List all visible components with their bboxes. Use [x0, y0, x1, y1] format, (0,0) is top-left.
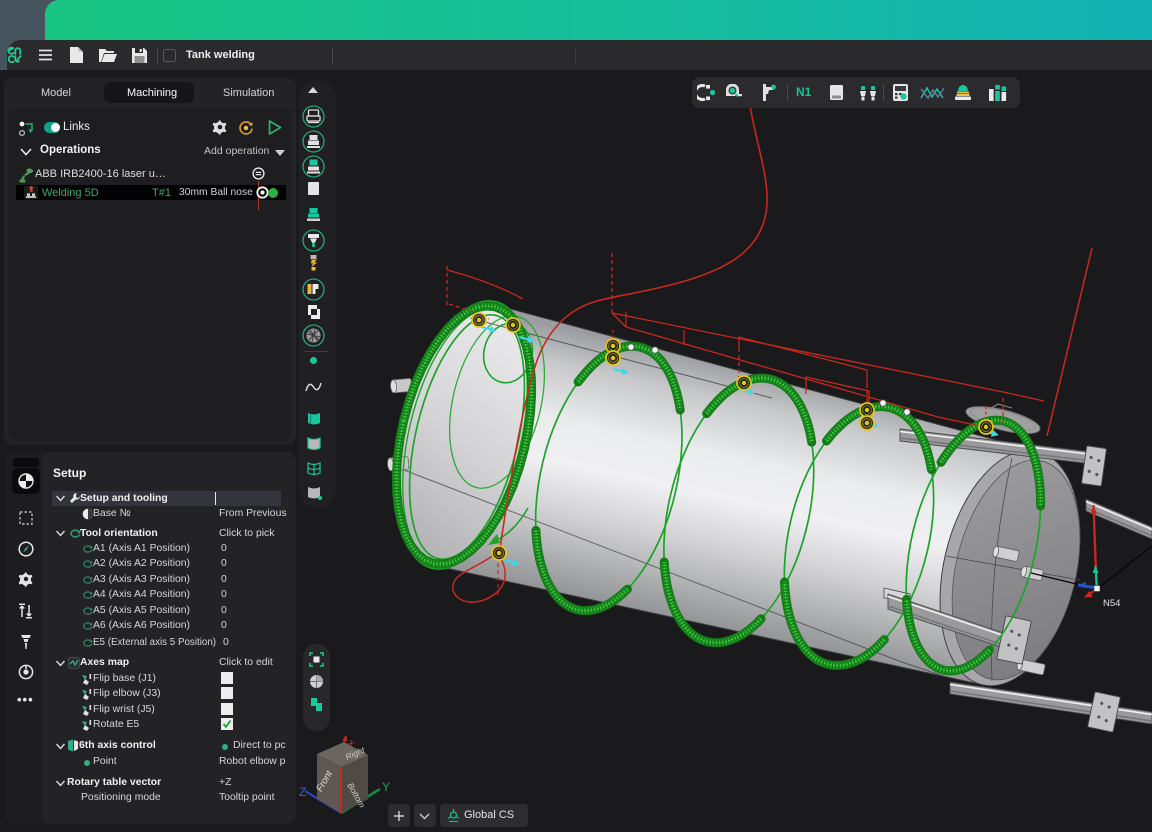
svg-text:N54: N54: [1103, 598, 1120, 609]
svg-text:Y: Y: [382, 780, 390, 794]
svg-text:Z: Z: [299, 785, 306, 799]
